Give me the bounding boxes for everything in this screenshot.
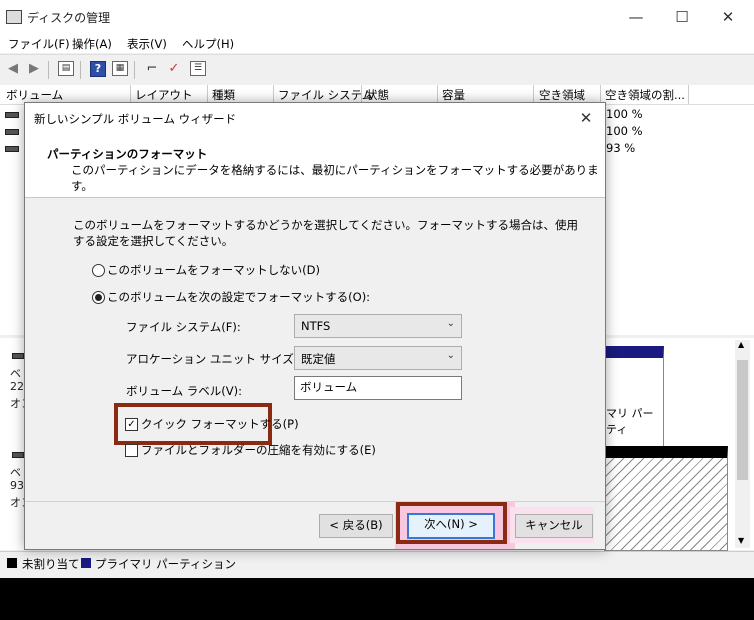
volume-label-field[interactable] [294,376,462,400]
toolbar-separator [134,61,135,79]
radio-no-format-label[interactable]: このボリュームをフォーマットしない(D) [107,262,320,278]
legend-primary: プライマリ パーティション [95,557,236,571]
column-layout[interactable]: レイアウト [135,87,193,103]
scroll-down-icon[interactable]: ▼ [738,536,744,545]
dialog-title-bar: 新しいシンプル ボリューム ウィザード ✕ [25,103,605,133]
volume-label-label: ボリューム ラベル(V): [126,384,243,398]
dialog-subheading: このパーティションにデータを格納するには、最初にパーティションをフォーマットする… [71,163,599,193]
disk-size: 93 [10,479,24,492]
dialog-intro-text: このボリュームをフォーマットするかどうかを選択してください。フォーマットする場合… [73,218,578,248]
help-icon[interactable]: ? [90,61,106,77]
primary-partition-box[interactable]: マリ パーティ [604,346,664,449]
allocation-unit-select[interactable]: 既定値 ⌄ [294,346,462,370]
partition-label: マリ パーティ [606,407,654,436]
chevron-down-icon: ⌄ [446,318,455,329]
column-free-percent[interactable]: 空き領域の割... [605,87,685,103]
legend-unallocated: 未割り当て [22,557,80,571]
legend-bar: 未割り当て プライマリ パーティション [0,551,754,576]
forward-arrow-icon[interactable]: ▶ [26,61,42,77]
back-arrow-icon[interactable]: ◀ [5,61,21,77]
allocation-unit-label: アロケーション ユニット サイズ(A): [126,352,315,366]
scroll-up-icon[interactable]: ▲ [738,340,744,349]
column-free-space[interactable]: 空き領域 [539,87,585,103]
dialog-close-button[interactable]: ✕ [573,106,599,130]
disk-label: ベ [10,367,21,380]
radio-format[interactable] [92,291,105,304]
menu-file[interactable]: ファイル(F) [8,36,70,52]
dialog-header: パーティションのフォーマット このパーティションにデータを格納するには、最初にパ… [25,133,605,198]
primary-swatch [81,558,91,568]
menu-help[interactable]: ヘルプ(H) [182,36,234,52]
close-button[interactable]: ✕ [706,4,750,30]
column-type[interactable]: 種類 [212,87,235,103]
volume-label-input[interactable] [295,377,456,397]
volume-icon [5,146,19,152]
next-button[interactable]: 次へ(N) > [407,513,495,539]
scroll-thumb[interactable] [737,360,748,480]
quick-format-label[interactable]: クイック フォーマットする(P) [141,416,299,432]
unallocated-swatch [7,558,17,568]
settings-list-icon[interactable]: ☰ [190,61,206,76]
file-system-label: ファイル システム(F): [126,320,241,334]
free-percent-cell: 93 % [606,141,636,155]
connect-disk-icon[interactable]: ⌐ [144,61,160,77]
properties-icon[interactable]: ▦ [112,61,128,76]
column-volume[interactable]: ボリューム [6,87,63,103]
disk-icon [12,353,24,359]
compress-label[interactable]: ファイルとフォルダーの圧縮を有効にする(E) [141,442,376,458]
dialog-title: 新しいシンプル ボリューム ウィザード [34,112,237,126]
menu-view[interactable]: 表示(V) [127,36,167,52]
disk-management-icon [6,10,22,24]
screen-bottom-border [0,578,754,620]
minimize-button[interactable]: — [614,4,658,30]
compress-checkbox[interactable] [125,444,138,457]
menu-bar: ファイル(F) 操作(A) 表示(V) ヘルプ(H) [0,33,754,53]
quick-format-checkbox[interactable]: ✓ [125,418,138,431]
menu-action[interactable]: 操作(A) [72,36,112,52]
unallocated-partition-box[interactable] [604,446,728,551]
file-system-select[interactable]: NTFS ⌄ [294,314,462,338]
console-tree-icon[interactable]: ▤ [58,61,74,76]
check-icon[interactable]: ✓ [166,61,182,77]
volume-icon [5,129,19,135]
graph-scrollbar[interactable]: ▲ ▼ [735,340,750,548]
cancel-button[interactable]: キャンセル [515,514,593,538]
volume-icon [5,112,19,118]
toolbar: ◀ ▶ ▤ ? ▦ ⌐ ✓ ☰ [0,54,754,84]
chevron-down-icon: ⌄ [446,350,455,361]
allocation-unit-value: 既定値 [301,352,336,366]
free-percent-cell: 100 % [606,124,643,138]
dialog-heading: パーティションのフォーマット [47,147,208,161]
radio-format-label[interactable]: このボリュームを次の設定でフォーマットする(O): [107,289,370,305]
column-capacity[interactable]: 容量 [442,87,465,103]
maximize-button[interactable]: ☐ [660,4,704,30]
window-title: ディスクの管理 [27,11,111,25]
toolbar-separator [48,61,49,79]
dialog-separator [25,501,605,502]
file-system-value: NTFS [301,319,331,333]
column-file-system[interactable]: ファイル システム [278,87,373,103]
disk-size: 22 [10,380,24,393]
radio-no-format[interactable] [92,264,105,277]
disk-icon [12,452,24,458]
disk-label: ベ [10,466,21,479]
toolbar-separator [80,61,81,79]
title-bar: ディスクの管理 — ☐ ✕ [0,0,754,33]
column-status[interactable]: 状態 [366,87,389,103]
free-percent-cell: 100 % [606,107,643,121]
back-button[interactable]: < 戻る(B) [319,514,393,538]
new-simple-volume-wizard: 新しいシンプル ボリューム ウィザード ✕ パーティションのフォーマット このパ… [24,102,606,550]
radio-selected-dot [95,294,102,301]
